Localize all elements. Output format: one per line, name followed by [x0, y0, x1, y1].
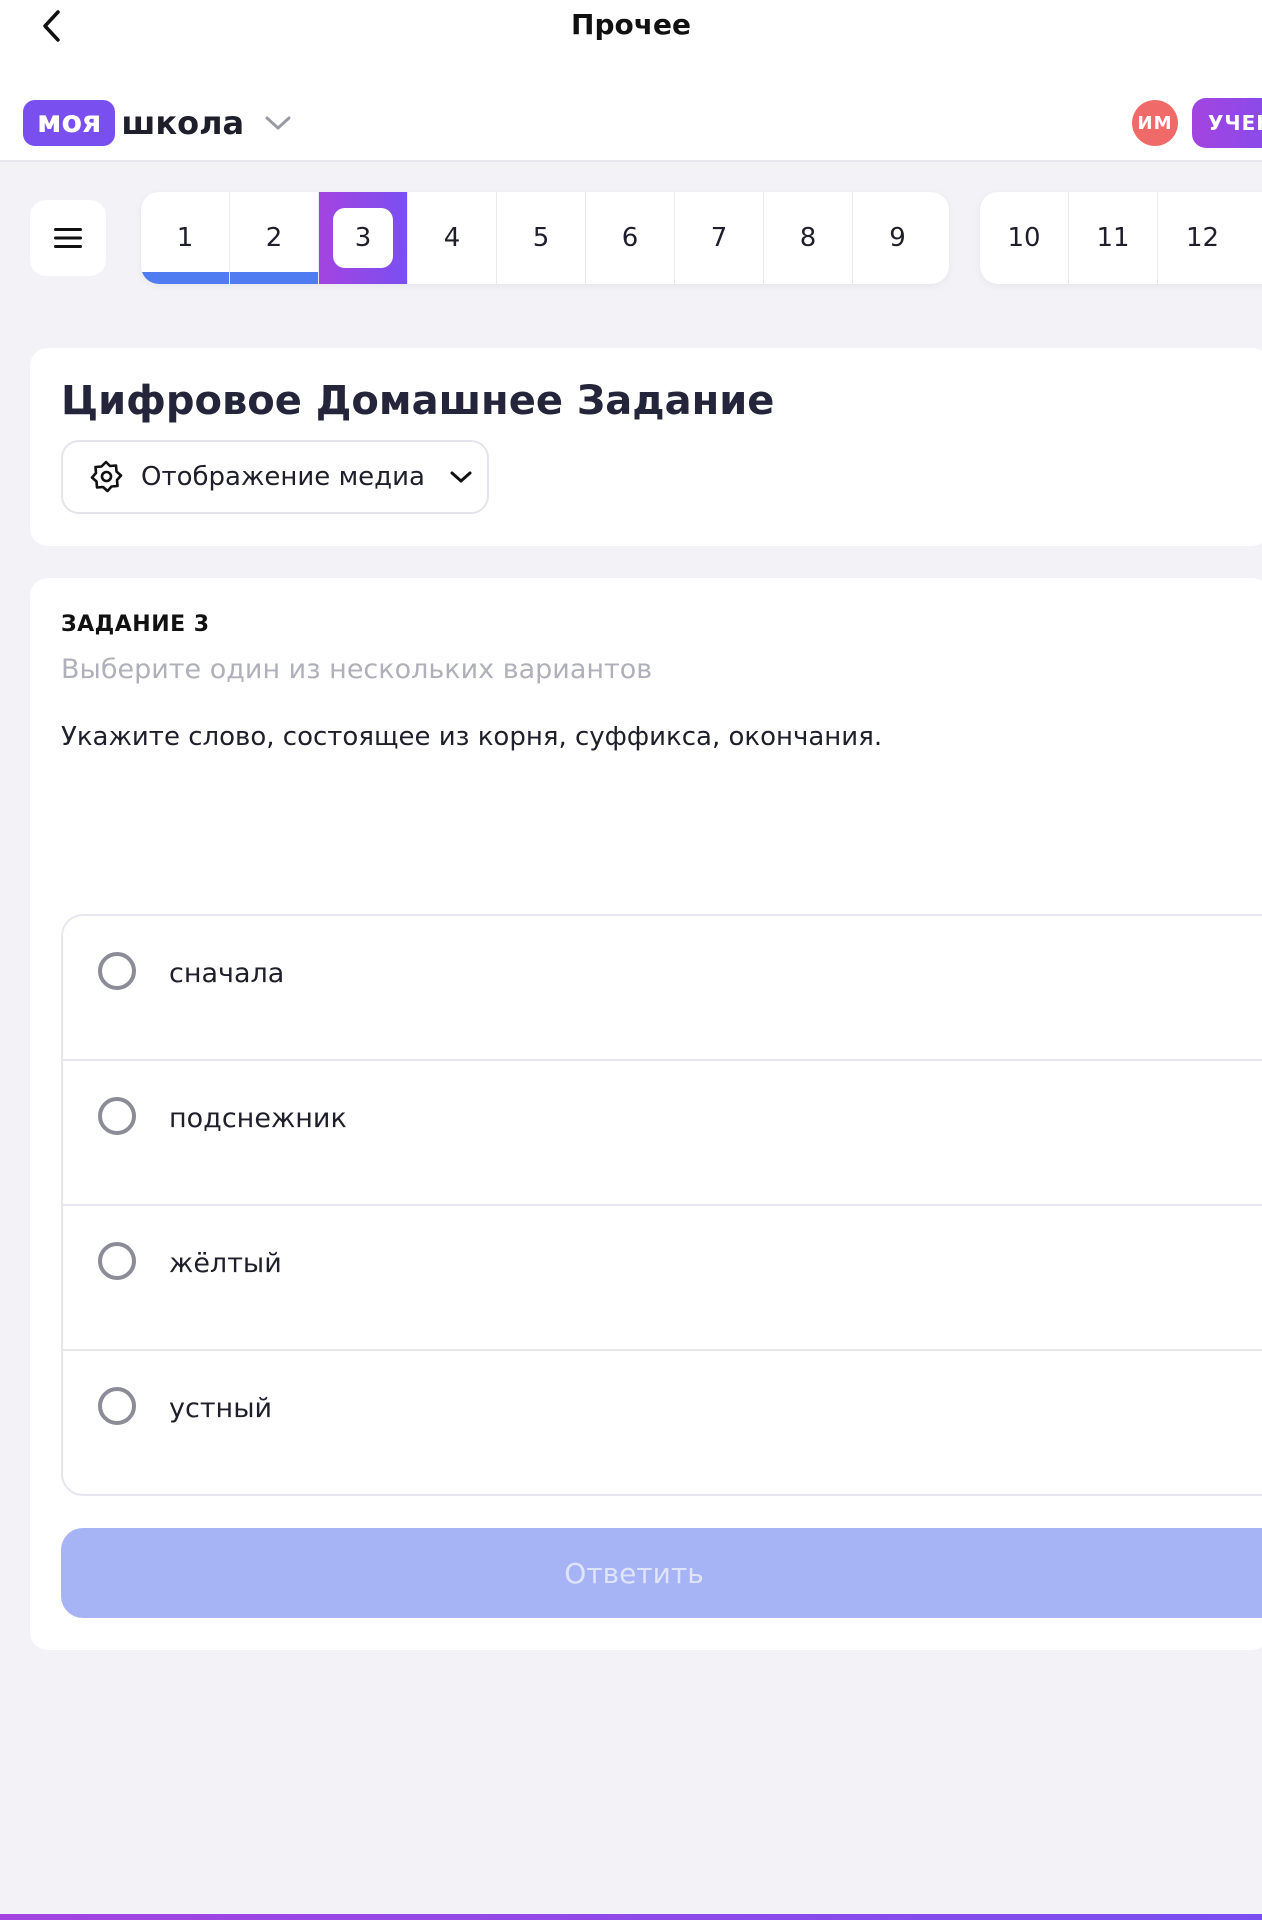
- media-display-label: Отображение медиа: [141, 462, 425, 492]
- top-bar: Прочее моя школа ИМ УЧЕН: [0, 0, 1262, 162]
- task-number-6[interactable]: 6: [586, 192, 675, 284]
- task-hint: Выберите один из нескольких вариантов: [61, 654, 653, 685]
- task-number-label: 2: [265, 223, 283, 253]
- submit-answer-button[interactable]: Ответить: [61, 1528, 1262, 1618]
- answer-option[interactable]: подснежник: [63, 1061, 1262, 1206]
- radio-button[interactable]: [98, 1097, 136, 1135]
- task-number-label: 11: [1096, 223, 1130, 253]
- nav-title: Прочее: [571, 8, 691, 41]
- media-display-button[interactable]: Отображение медиа: [61, 440, 489, 514]
- task-number-10[interactable]: 10: [980, 192, 1069, 284]
- task-number-12[interactable]: 12: [1158, 192, 1247, 284]
- task-number-label: 7: [710, 223, 728, 253]
- answer-option-label: подснежник: [169, 1103, 347, 1134]
- gear-icon: [90, 460, 123, 493]
- task-number-label: 9: [889, 223, 906, 253]
- header-card: Цифровое Домашнее Задание Отображение ме…: [30, 348, 1262, 546]
- task-number-7[interactable]: 7: [675, 192, 764, 284]
- task-number-label: 8: [799, 223, 817, 253]
- page-title: Цифровое Домашнее Задание: [61, 378, 775, 424]
- task-number-5[interactable]: 5: [497, 192, 586, 284]
- logo-badge: моя: [23, 100, 116, 146]
- task-strip: 10 11 12: [980, 192, 1262, 284]
- task-number-label: 10: [1007, 223, 1041, 253]
- chevron-down-icon[interactable]: [264, 114, 292, 132]
- question-text: Укажите слово, состоящее из корня, суффи…: [61, 722, 883, 752]
- task-label: ЗАДАНИЕ 3: [61, 612, 210, 637]
- radio-button[interactable]: [98, 1387, 136, 1425]
- radio-button[interactable]: [98, 952, 136, 990]
- avatar[interactable]: ИМ: [1132, 100, 1178, 146]
- task-number-label: 3: [333, 208, 393, 268]
- task-number-1[interactable]: 1: [141, 192, 230, 284]
- task-number-label: 4: [443, 223, 461, 253]
- answer-option[interactable]: жёлтый: [63, 1206, 1262, 1351]
- task-number-4[interactable]: 4: [408, 192, 497, 284]
- task-card: ЗАДАНИЕ 3 Выберите один из нескольких ва…: [30, 578, 1262, 1650]
- answer-option[interactable]: устный: [63, 1351, 1262, 1494]
- task-number-label: 5: [532, 223, 550, 253]
- hamburger-menu-icon: [54, 228, 82, 248]
- task-number-label: 6: [621, 223, 639, 253]
- bottom-accent-bar: [0, 1914, 1262, 1920]
- task-number-3[interactable]: 3: [319, 192, 408, 284]
- logo-text: школа: [121, 104, 245, 142]
- task-number-8[interactable]: 8: [764, 192, 853, 284]
- answer-option-label: устный: [169, 1393, 273, 1424]
- chevron-down-icon: [449, 469, 473, 485]
- radio-button[interactable]: [98, 1242, 136, 1280]
- task-number-9[interactable]: 9: [853, 192, 942, 284]
- answer-option-label: жёлтый: [169, 1248, 282, 1279]
- answer-option[interactable]: сначала: [63, 916, 1262, 1061]
- task-number-label: 1: [176, 223, 194, 253]
- menu-button[interactable]: [30, 200, 106, 276]
- task-number-label: 12: [1185, 223, 1220, 253]
- answer-option-label: сначала: [169, 958, 285, 989]
- task-number-11[interactable]: 11: [1069, 192, 1158, 284]
- task-number-2[interactable]: 2: [230, 192, 319, 284]
- role-badge[interactable]: УЧЕН: [1192, 98, 1262, 148]
- answer-options: сначала подснежник жёлтый устный: [61, 914, 1262, 1496]
- logo[interactable]: моя школа: [23, 100, 292, 146]
- task-strip: 1 2 3 4 5 6 7 8 9: [141, 192, 949, 284]
